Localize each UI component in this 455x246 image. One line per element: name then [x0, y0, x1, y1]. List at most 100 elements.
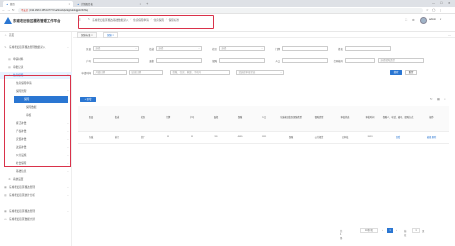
- filter-label: 区县: [86, 47, 91, 51]
- column-header: 人口: [252, 106, 276, 132]
- avatar[interactable]: [420, 17, 427, 24]
- filter-field: 面积: [141, 58, 202, 63]
- filter-select[interactable]: 请选择审批状态 ⌄: [236, 70, 284, 75]
- sidebar-item-label: 审批记录: [13, 66, 24, 69]
- chevron-down-icon: ⌄: [66, 210, 69, 213]
- filter-input[interactable]: 保障、住房、家庭、手机号: [170, 70, 230, 75]
- close-tab-icon[interactable]: ×: [140, 3, 141, 6]
- edit-icon: ✎: [4, 46, 7, 49]
- sidebar-item[interactable]: ▭ 东城老旧街区数据大屏: [0, 216, 72, 223]
- column-header: 户号: [180, 106, 204, 132]
- next-page-icon[interactable]: ›: [396, 229, 397, 232]
- row-view-link[interactable]: 查看: [396, 137, 400, 139]
- gear-icon: ⚙: [8, 178, 11, 181]
- goto-label: 前往: [404, 229, 407, 237]
- filter-input[interactable]: [345, 58, 375, 63]
- back-icon[interactable]: ←: [2, 8, 5, 13]
- table-cell: 2023: [358, 131, 382, 144]
- reset-button[interactable]: 重置: [405, 70, 417, 75]
- row-action-links[interactable]: 编辑 删除: [427, 137, 436, 139]
- chevron-down-icon[interactable]: ▾: [440, 18, 441, 21]
- filter-input[interactable]: [282, 46, 328, 51]
- sidebar-item[interactable]: ▦ 东城老旧街区棚改管理 ⌄: [0, 184, 72, 191]
- filter-input[interactable]: [93, 58, 139, 63]
- chevron-down-icon: ⌄: [134, 47, 137, 50]
- extensions-icon[interactable]: ⋮: [439, 8, 442, 13]
- refresh-table-icon[interactable]: ↻: [430, 97, 433, 101]
- minimize-icon[interactable]: —: [432, 0, 435, 6]
- table-row: 东城 前门 草厂 11 11 111 4555 1111 保障 公共租赁 已审核 2023 查看 编辑 删…: [78, 131, 449, 144]
- sidebar-item[interactable]: ▤ 申请材料: [0, 56, 72, 63]
- filter-input[interactable]: 选择保障类型: [378, 58, 424, 63]
- filter-input[interactable]: 结束日期: [129, 70, 163, 75]
- insecure-label: 不安全: [21, 9, 29, 12]
- doc-icon: ▤: [8, 58, 11, 61]
- sidebar-item[interactable]: ▥ 东城老旧街区统计分析 ⌄: [0, 192, 72, 199]
- sidebar-item-label: 首页: [9, 34, 15, 37]
- prev-page-icon[interactable]: ‹: [382, 229, 383, 232]
- page-size-select[interactable]: 10条/页: [360, 228, 378, 233]
- url-input[interactable]: 不安全 | 192.168.0.155:10777/zxahbx/dqh/dqj…: [18, 8, 423, 13]
- sidebar-item[interactable]: ⌂ 首页: [0, 32, 72, 40]
- breadcrumb-highlight: [78, 15, 214, 29]
- sidebar-item[interactable]: ⚙ 系统设置: [0, 176, 72, 183]
- address-bar-row: ← → ↻ 不安全 | 192.168.0.155:10777/zxahbx/d…: [0, 7, 455, 14]
- app-title: 东城老旧街区棚改管理工作平台: [13, 19, 61, 23]
- search-toggle-icon[interactable]: ⌕: [444, 97, 446, 101]
- chart-icon: ▥: [4, 194, 7, 197]
- grid-icon: ▦: [4, 186, 7, 189]
- username[interactable]: admin: [429, 18, 436, 21]
- column-header: 社区: [130, 106, 156, 132]
- fullscreen-icon[interactable]: ⛶: [405, 18, 407, 22]
- search-button[interactable]: 搜索: [390, 70, 402, 75]
- table-cell[interactable]: 编辑 删除: [414, 131, 449, 144]
- tab-standard[interactable]: 保障标准 ×: [77, 32, 97, 38]
- filter-field: 保障、住房、家庭、手机号: [170, 70, 230, 75]
- profile-icon[interactable]: ◯: [432, 8, 435, 13]
- filter-select[interactable]: 选择 ⌄: [156, 46, 202, 51]
- close-window-icon[interactable]: ✕: [448, 0, 451, 6]
- filter-input[interactable]: 开始日期: [93, 70, 127, 75]
- table-cell: 111: [204, 131, 228, 144]
- columns-icon[interactable]: ▦: [437, 97, 440, 101]
- filter-field: 保障: [204, 58, 265, 63]
- forward-icon[interactable]: →: [7, 8, 10, 13]
- chevron-down-icon: ⌄: [66, 170, 69, 173]
- close-tab-icon[interactable]: ×: [69, 3, 70, 6]
- tab-guarantee[interactable]: 保障 ×: [103, 32, 118, 38]
- sidebar-item[interactable]: ▦ 东城老旧街区棚改管理 ⌄: [0, 208, 72, 215]
- filter-field: 选择保障类型: [378, 58, 424, 63]
- sidebar-item[interactable]: 基础信息 ⌄: [0, 168, 72, 175]
- filter-label: 户号: [86, 59, 91, 63]
- tab-favicon-icon: ▲: [6, 2, 9, 6]
- bookmark-star-icon[interactable]: ☆: [426, 8, 429, 13]
- sidebar-item[interactable]: ▤ 审批记录: [0, 64, 72, 71]
- goto-suffix: 页: [422, 229, 425, 233]
- filter-input[interactable]: [345, 46, 391, 51]
- maximize-icon[interactable]: ☐: [440, 0, 443, 6]
- table-cell: 已审核: [332, 131, 358, 144]
- column-header: 保障人、电话、编号、保障方式: [382, 106, 414, 132]
- chevron-down-icon: ⌄: [66, 194, 69, 197]
- filter-select[interactable]: 选择 ⌄: [219, 46, 265, 51]
- table-cell: 公共租赁: [306, 131, 332, 144]
- goto-page-input[interactable]: 1: [412, 228, 420, 233]
- add-button[interactable]: + 新增: [80, 97, 96, 102]
- filter-label: 申请时间: [81, 71, 91, 75]
- filter-input[interactable]: [219, 58, 265, 63]
- settings-icon[interactable]: ⚙: [412, 18, 415, 22]
- new-tab-button[interactable]: +: [146, 1, 148, 6]
- table-cell[interactable]: 查看: [382, 131, 414, 144]
- filter-field: 请选择审批状态 ⌄: [236, 70, 284, 75]
- sidebar-item[interactable]: ✎ 东城老旧街区棚改管理数据录入 ⌄: [0, 44, 72, 52]
- chevron-down-icon: ⌄: [279, 71, 282, 74]
- tabs-more-icon[interactable]: ⋯: [448, 32, 451, 38]
- filter-field: 街道 选择 ⌄: [141, 46, 202, 51]
- filter-select[interactable]: 选择 ⌄: [93, 46, 139, 51]
- browser-tabstrip: ▲ 首页 × ▲ 计划配台表 × + — ☐ ✕: [0, 0, 455, 7]
- filter-input[interactable]: [156, 58, 202, 63]
- filter-input[interactable]: [282, 58, 328, 63]
- reload-icon[interactable]: ↻: [12, 8, 15, 13]
- page-number[interactable]: 1: [387, 228, 393, 233]
- table-cell: 11: [180, 131, 204, 144]
